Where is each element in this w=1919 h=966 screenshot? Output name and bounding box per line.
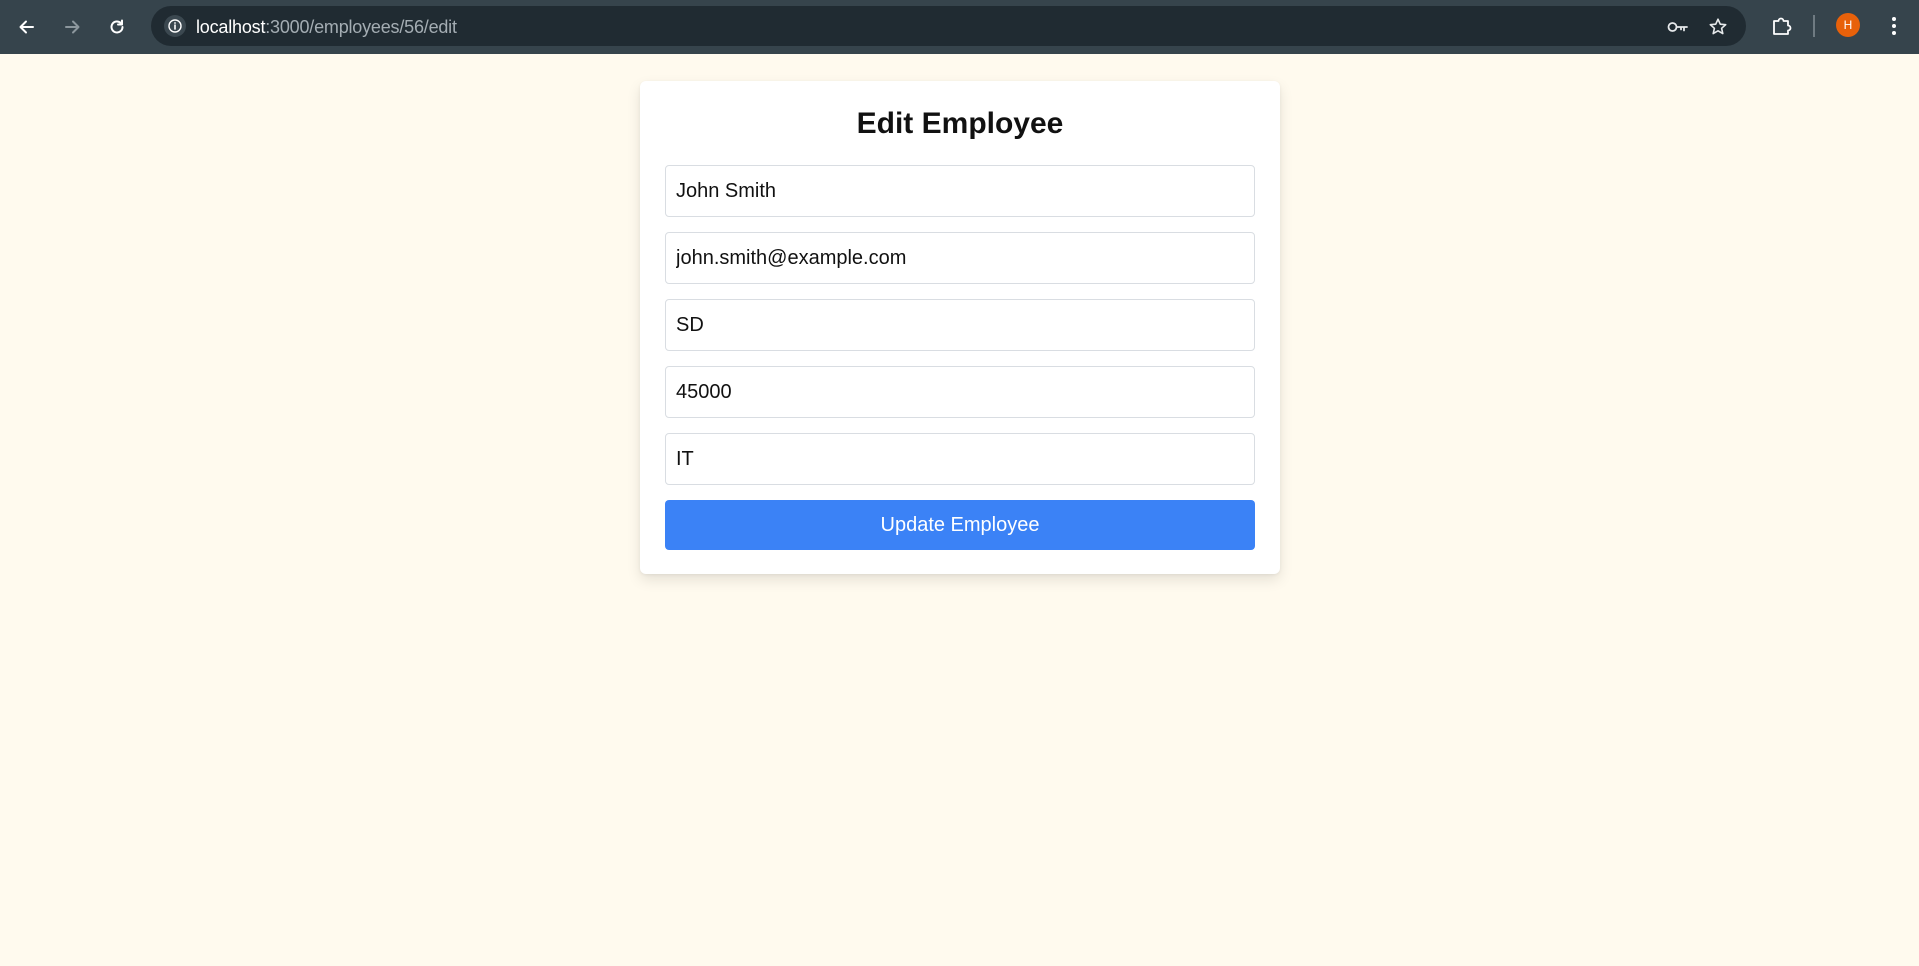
name-field[interactable] (665, 165, 1255, 217)
arrow-right-icon (62, 17, 82, 37)
back-button[interactable] (12, 12, 42, 42)
url-path: :3000/employees/56/edit (265, 17, 457, 37)
department-field[interactable] (665, 433, 1255, 485)
page-title: Edit Employee (856, 107, 1064, 140)
key-icon[interactable] (1667, 16, 1689, 38)
browser-toolbar: localhost:3000/employees/56/edit H (0, 0, 1919, 54)
url-host: localhost (196, 17, 266, 37)
update-employee-button[interactable]: Update Employee (665, 500, 1255, 550)
avatar[interactable]: H (1836, 13, 1860, 37)
url-text[interactable]: localhost:3000/employees/56/edit (196, 17, 457, 38)
reload-icon (107, 17, 127, 37)
salary-field[interactable] (665, 366, 1255, 418)
forward-button[interactable] (57, 12, 87, 42)
position-field[interactable] (665, 299, 1255, 351)
puzzle-icon[interactable] (1769, 13, 1795, 39)
edit-employee-card: Edit Employee Update Employee (640, 81, 1280, 574)
email-field[interactable] (665, 232, 1255, 284)
star-icon[interactable] (1707, 16, 1729, 38)
address-bar[interactable]: localhost:3000/employees/56/edit (151, 6, 1746, 46)
kebab-menu-icon[interactable] (1881, 13, 1907, 39)
arrow-left-icon (17, 17, 37, 37)
info-icon[interactable] (164, 15, 186, 37)
toolbar-divider (1813, 15, 1815, 37)
reload-button[interactable] (102, 12, 132, 42)
